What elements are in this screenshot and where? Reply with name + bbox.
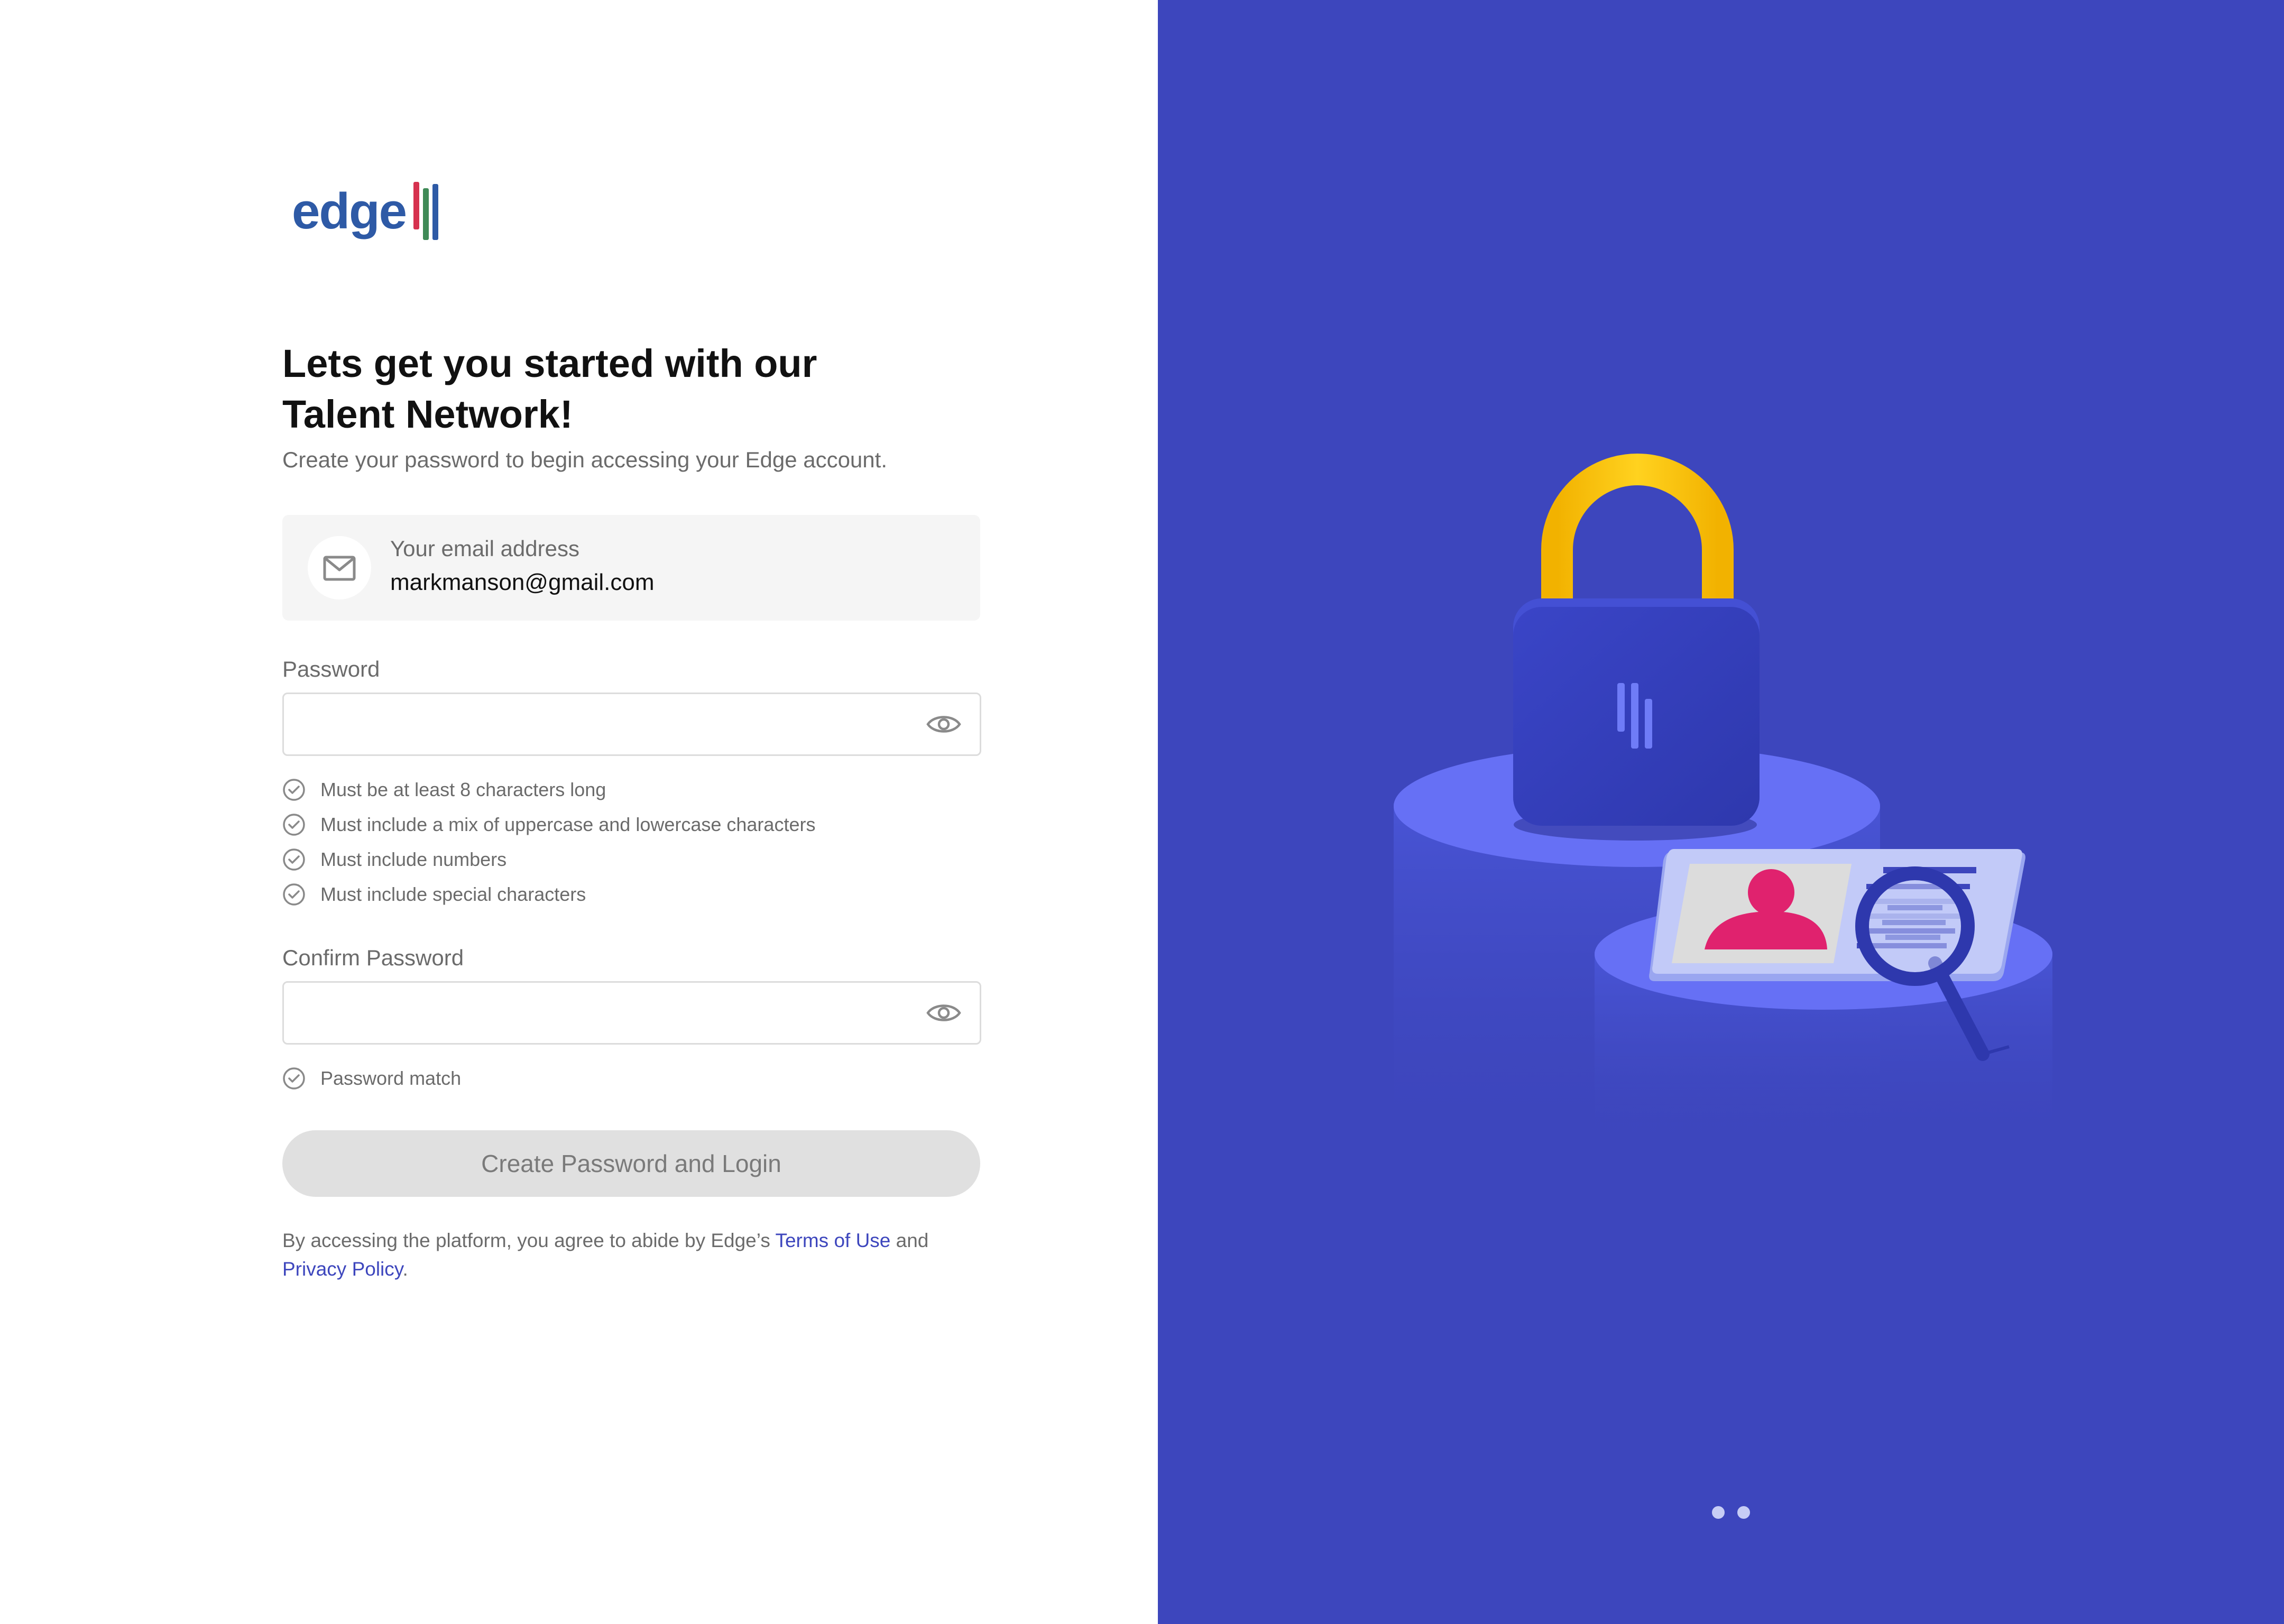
check-circle-icon — [283, 848, 305, 871]
page-subtitle: Create your password to begin accessing … — [282, 447, 887, 472]
eye-icon[interactable] — [926, 712, 962, 737]
email-label: Your email address — [390, 536, 579, 561]
page-title-line-1: Lets get you started with our — [282, 342, 817, 385]
eye-icon[interactable] — [926, 1000, 962, 1026]
password-label: Password — [282, 657, 380, 681]
logo-bar-red — [413, 182, 419, 229]
privacy-policy-link[interactable]: Privacy Policy — [282, 1258, 403, 1280]
create-password-button[interactable]: Create Password and Login — [282, 1130, 980, 1197]
email-value: markmanson@gmail.com — [390, 569, 655, 595]
carousel-dot-1[interactable] — [1712, 1506, 1725, 1519]
page-title: Lets get you started with our Talent Net… — [282, 338, 1023, 440]
rule-text: Must include special characters — [320, 883, 586, 905]
legal-notice: By accessing the platform, you agree to … — [282, 1226, 1001, 1284]
rule-text: Must include numbers — [320, 848, 507, 870]
mail-icon — [308, 536, 371, 599]
rule-text: Must be at least 8 characters long — [320, 779, 606, 800]
legal-suffix: . — [402, 1258, 408, 1280]
legal-prefix: By accessing the platform, you agree to … — [282, 1230, 776, 1251]
check-circle-icon — [283, 883, 305, 906]
logo-wordmark: edge — [292, 183, 407, 239]
check-circle-icon — [283, 814, 305, 836]
email-card: Your email address markmanson@gmail.com — [282, 515, 980, 621]
padlock-icon — [1513, 454, 1760, 841]
logo-bar-green — [423, 188, 429, 240]
password-input[interactable] — [297, 694, 912, 755]
password-field[interactable] — [282, 693, 981, 756]
logo-bar-blue — [432, 184, 438, 240]
confirm-password-field[interactable] — [282, 981, 981, 1045]
rule-text: Must include a mix of uppercase and lowe… — [320, 814, 816, 835]
illustration-panel — [1158, 0, 2284, 1624]
confirm-password-label: Confirm Password — [282, 945, 464, 970]
check-circle-icon — [283, 1067, 305, 1090]
carousel-dot-2[interactable] — [1737, 1506, 1750, 1519]
legal-middle: and — [890, 1230, 929, 1251]
confirm-password-input[interactable] — [297, 983, 912, 1044]
page-title-line-2: Talent Network! — [282, 392, 573, 436]
rule-text: Password match — [320, 1067, 462, 1089]
edge-logo: edge — [292, 182, 445, 241]
check-circle-icon — [283, 779, 305, 801]
security-illustration — [1394, 454, 2052, 1142]
terms-of-use-link[interactable]: Terms of Use — [775, 1230, 890, 1251]
auth-panel: edge Lets get you started with our Talen… — [0, 0, 1158, 1624]
